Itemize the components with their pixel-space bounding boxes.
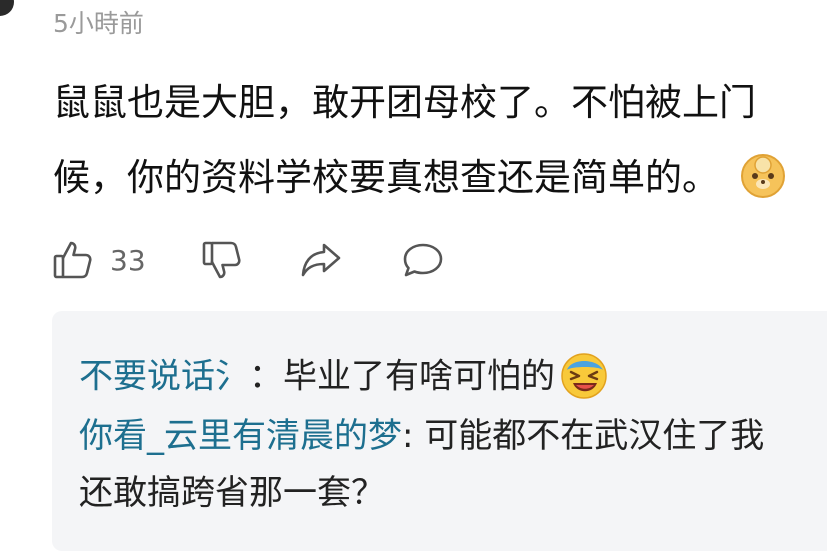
- thumbs-down-icon: [201, 239, 243, 281]
- reply-preview-panel[interactable]: 不要说话氵：毕业了有啥可怕的 你看_云里有清晨的梦: 可能都不在武汉住了我 还敢…: [52, 311, 827, 551]
- like-button[interactable]: 33: [52, 238, 146, 282]
- share-icon: [299, 239, 343, 281]
- reply-username[interactable]: 你看_云里有清晨的梦: [79, 416, 402, 456]
- dislike-button[interactable]: [201, 238, 243, 282]
- reply-separator: :: [402, 416, 425, 456]
- comment-text-line-1: 鼠鼠也是大胆，敢开团母校了。不怕被上门: [53, 79, 756, 127]
- comment-text: 鼠鼠也是大胆，敢开团母校了。不怕被上门: [53, 81, 756, 124]
- comment-action-bar: 33: [52, 238, 472, 282]
- reply-item[interactable]: 你看_云里有清晨的梦: 可能都不在武汉住了我: [79, 414, 764, 458]
- laughing-emoji-icon: [559, 350, 609, 400]
- thumbs-up-icon: [52, 239, 94, 281]
- reply-button[interactable]: [400, 238, 446, 282]
- reply-item[interactable]: 不要说话氵：毕业了有啥可怕的: [79, 353, 609, 403]
- comment-timestamp: 5小時前: [53, 9, 144, 38]
- comment-icon: [400, 239, 446, 281]
- doge-emoji-icon: [739, 152, 787, 200]
- share-button[interactable]: [299, 238, 343, 282]
- reply-separator: ：: [249, 356, 283, 397]
- reply-text: 可能都不在武汉住了我: [424, 416, 765, 456]
- reply-text: 毕业了有啥可怕的: [283, 356, 555, 397]
- avatar[interactable]: [0, 0, 14, 16]
- comment-text-line-2: 候，你的资料学校要真想查还是简单的。: [53, 152, 787, 204]
- reply-username[interactable]: 不要说话氵: [79, 357, 249, 397]
- like-count: 33: [110, 243, 146, 277]
- reply-item-continuation: 还敢搞跨省那一套？: [79, 471, 385, 515]
- comment-text: 候，你的资料学校要真想查还是简单的。: [53, 156, 719, 199]
- reply-text: 还敢搞跨省那一套？: [79, 473, 385, 513]
